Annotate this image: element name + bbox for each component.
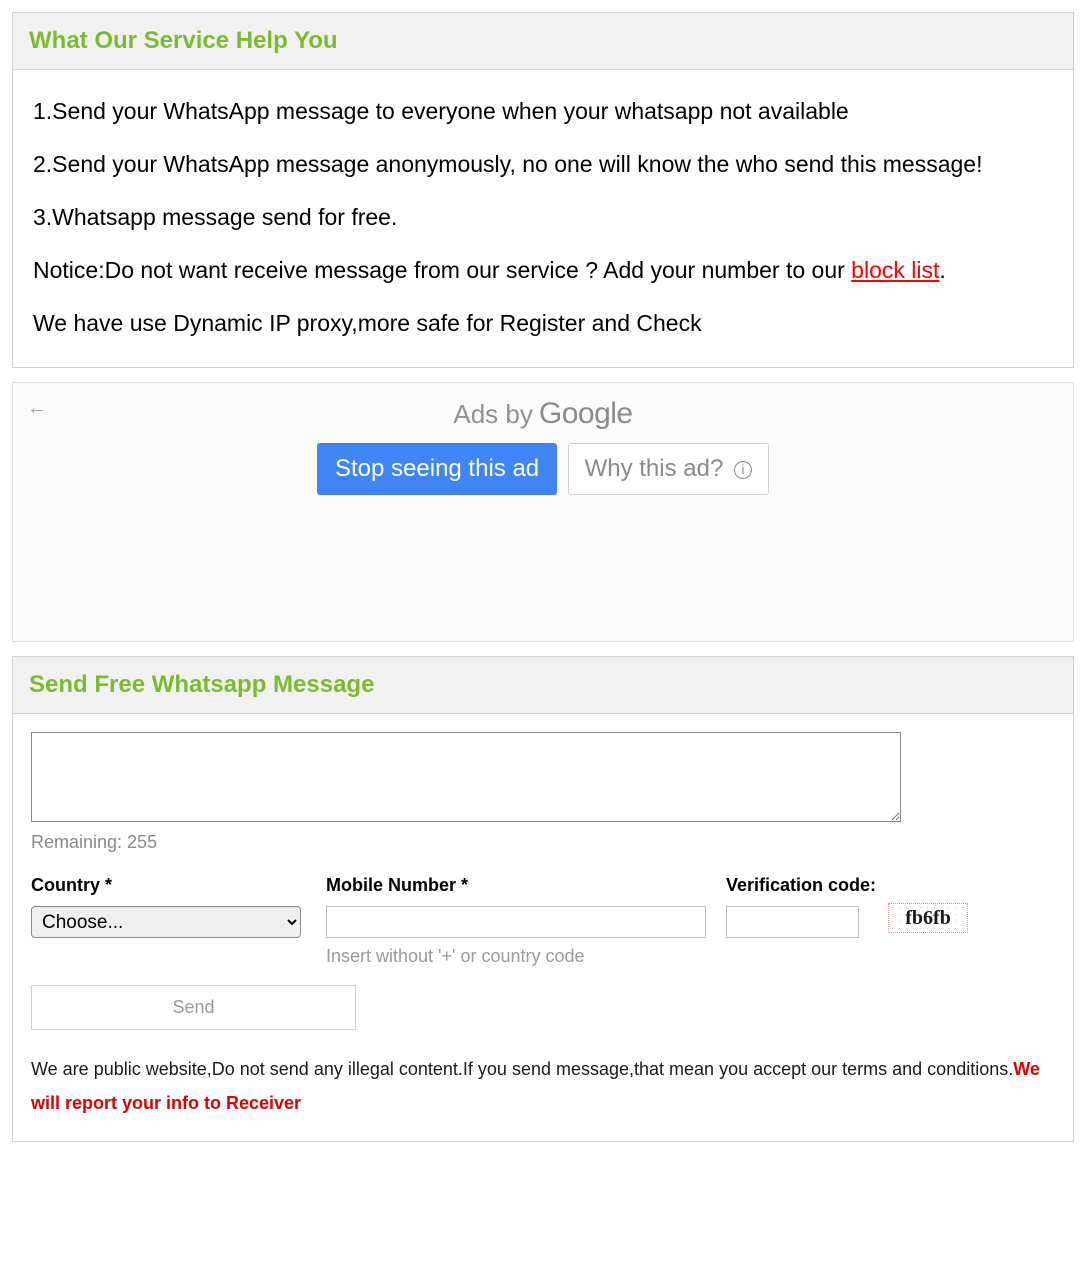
send-message-panel: Send Free Whatsapp Message Remaining: 25… [12, 656, 1074, 1141]
mobile-input[interactable] [326, 906, 706, 938]
verify-input[interactable] [726, 906, 859, 938]
send-message-header: Send Free Whatsapp Message [13, 657, 1073, 714]
stop-ad-button[interactable]: Stop seeing this ad [317, 443, 557, 495]
send-message-body: Remaining: 255 Country * Choose... Mobil… [13, 714, 1073, 1140]
block-list-link[interactable]: block list [851, 257, 939, 283]
send-message-title: Send Free Whatsapp Message [29, 671, 1057, 699]
mobile-hint: Insert without '+' or country code [326, 946, 726, 967]
country-label: Country * [31, 875, 326, 896]
notice-text: Notice:Do not want receive message from … [33, 255, 1053, 286]
notice-prefix: Notice:Do not want receive message from … [33, 257, 851, 283]
disclaimer: We are public website,Do not send any il… [31, 1052, 1055, 1120]
mobile-label: Mobile Number * [326, 875, 726, 896]
send-button[interactable]: Send [31, 985, 356, 1030]
proxy-text: We have use Dynamic IP proxy,more safe f… [33, 308, 1053, 339]
service-help-title: What Our Service Help You [29, 27, 1057, 55]
service-help-panel: What Our Service Help You 1.Send your Wh… [12, 12, 1074, 368]
service-item-2: 2.Send your WhatsApp message anonymously… [33, 149, 1053, 180]
service-item-3: 3.Whatsapp message send for free. [33, 202, 1053, 233]
service-help-body: 1.Send your WhatsApp message to everyone… [13, 70, 1073, 367]
country-field: Country * Choose... [31, 875, 326, 938]
remaining-counter: Remaining: 255 [31, 832, 1055, 853]
service-help-header: What Our Service Help You [13, 13, 1073, 70]
ad-buttons: Stop seeing this ad Why this ad? i [29, 443, 1057, 495]
ads-by-text: Ads by [453, 399, 533, 430]
info-icon: i [734, 461, 752, 479]
why-ad-label: Why this ad? [585, 455, 724, 482]
service-item-1: 1.Send your WhatsApp message to everyone… [33, 96, 1053, 127]
captcha-image: fb6fb [888, 903, 968, 933]
why-ad-button[interactable]: Why this ad? i [568, 443, 769, 495]
form-row: Country * Choose... Mobile Number * Inse… [31, 875, 1055, 967]
google-logo: Google [539, 397, 633, 431]
ad-container: ← Ads by Google Stop seeing this ad Why … [12, 382, 1074, 642]
mobile-field: Mobile Number * Insert without '+' or co… [326, 875, 726, 967]
arrow-left-icon[interactable]: ← [27, 397, 47, 420]
verify-field: Verification code: fb6fb [726, 875, 1055, 938]
country-select[interactable]: Choose... [31, 906, 301, 938]
verify-label: Verification code: [726, 875, 876, 896]
message-textarea[interactable] [31, 732, 901, 822]
notice-suffix: . [939, 257, 945, 283]
disclaimer-main: We are public website,Do not send any il… [31, 1059, 1013, 1079]
ads-by-label: Ads by Google [29, 397, 1057, 431]
